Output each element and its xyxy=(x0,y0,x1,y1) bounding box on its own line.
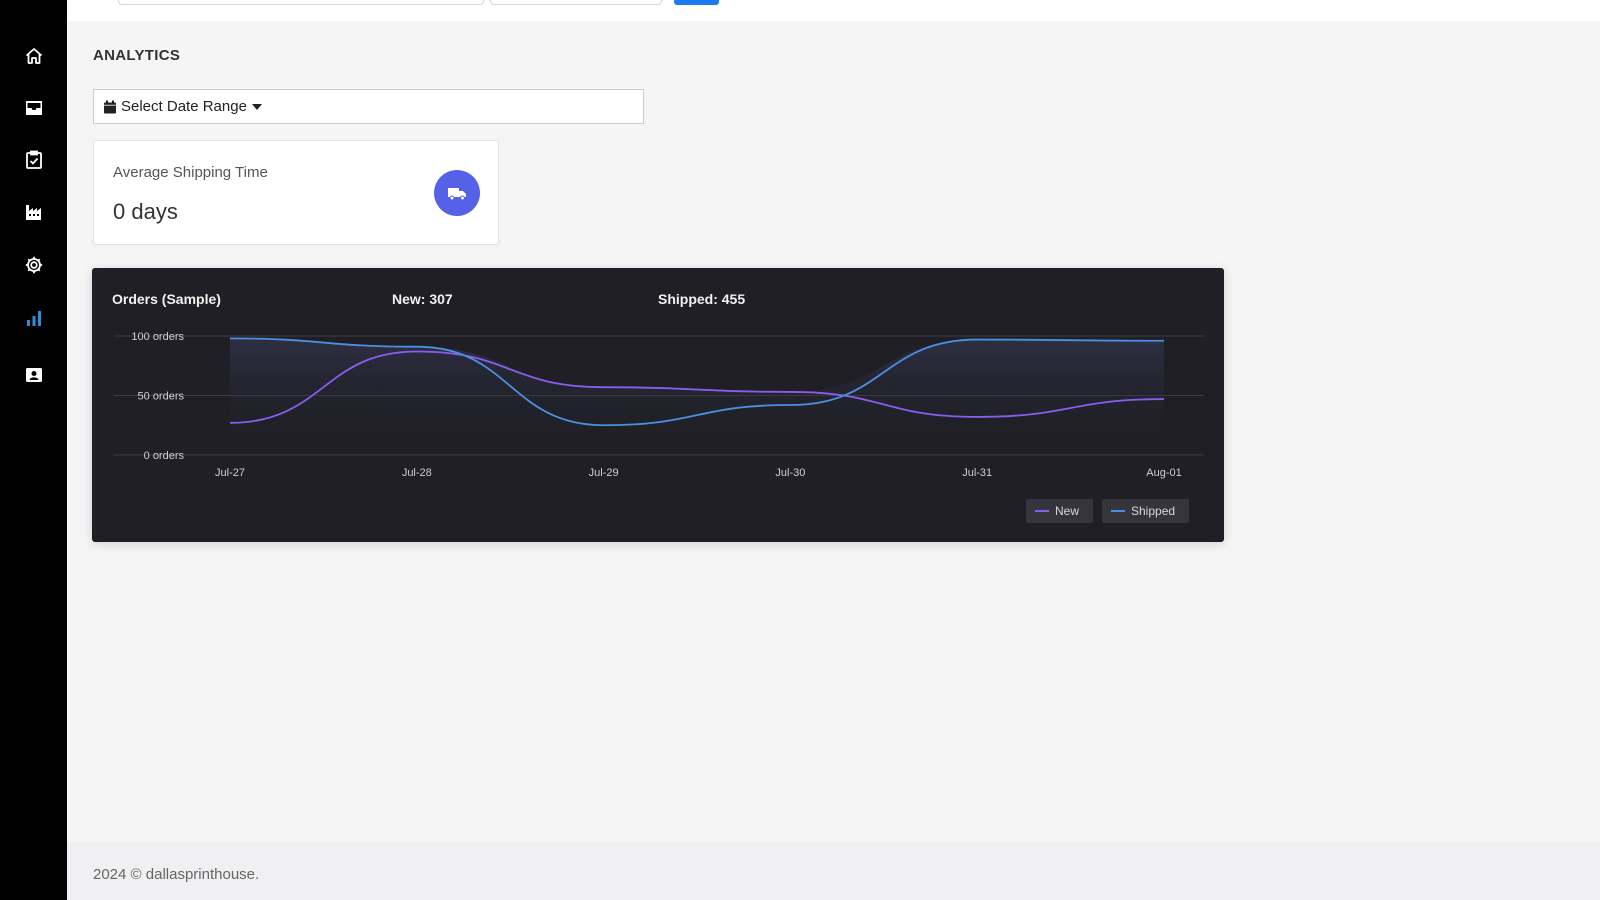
data-point-shipped xyxy=(603,424,605,426)
data-point-new xyxy=(229,422,231,424)
data-point-shipped xyxy=(1163,340,1165,342)
date-range-label: Select Date Range xyxy=(121,98,247,115)
id-card-icon xyxy=(25,368,42,382)
caret-down-icon xyxy=(251,103,262,110)
sidebar-item-tasks[interactable] xyxy=(0,140,67,180)
legend-swatch-shipped xyxy=(1111,510,1125,512)
x-tick-label: Jul-29 xyxy=(589,467,619,479)
gear-icon xyxy=(25,256,42,274)
truck-icon xyxy=(448,188,466,201)
top-filter-select[interactable] xyxy=(490,0,662,5)
top-bar xyxy=(67,0,1600,21)
legend-label-shipped: Shipped xyxy=(1131,504,1176,518)
sidebar-item-settings[interactable] xyxy=(0,245,67,285)
x-tick-label: Jul-31 xyxy=(962,467,992,479)
x-tick-label: Jul-28 xyxy=(402,467,432,479)
bar-chart-icon xyxy=(26,311,41,326)
sidebar-item-inbox[interactable] xyxy=(0,88,67,128)
data-point-shipped xyxy=(416,346,418,348)
orders-chart-card: Orders (Sample) New: 307 Shipped: 455 0 … xyxy=(92,268,1224,542)
top-submit-button[interactable] xyxy=(674,0,719,5)
data-point-shipped xyxy=(229,337,231,339)
data-point-new xyxy=(603,386,605,388)
home-icon xyxy=(25,48,42,64)
legend-item-shipped[interactable]: Shipped xyxy=(1102,499,1190,523)
data-point-shipped xyxy=(789,404,791,406)
inbox-icon xyxy=(25,101,42,115)
sidebar-item-contacts[interactable] xyxy=(0,355,67,395)
data-point-new xyxy=(416,350,418,352)
factory-icon xyxy=(25,205,41,220)
legend-item-new[interactable]: New xyxy=(1026,499,1094,523)
sidebar xyxy=(0,0,67,900)
top-search-input[interactable] xyxy=(118,0,484,5)
data-point-new xyxy=(1163,398,1165,400)
sidebar-item-production[interactable] xyxy=(0,192,67,232)
data-point-new xyxy=(976,416,978,418)
date-range-dropdown[interactable]: Select Date Range xyxy=(93,89,644,124)
x-tick-label: Jul-27 xyxy=(215,467,245,479)
stat-label: Average Shipping Time xyxy=(113,164,268,181)
clipboard-check-icon xyxy=(25,150,42,169)
stat-icon-circle xyxy=(434,170,480,216)
sidebar-item-home[interactable] xyxy=(0,36,67,76)
x-tick-label: Jul-30 xyxy=(775,467,805,479)
y-tick-label: 50 orders xyxy=(138,391,185,403)
legend-label-new: New xyxy=(1055,504,1080,518)
calendar-icon xyxy=(104,100,116,113)
y-tick-label: 100 orders xyxy=(131,331,184,343)
y-tick-label: 0 orders xyxy=(144,450,185,462)
stat-value: 0 days xyxy=(113,199,178,224)
page-title: ANALYTICS xyxy=(93,47,181,64)
shipping-time-card: Average Shipping Time 0 days xyxy=(93,140,499,245)
legend-swatch-new xyxy=(1035,510,1049,512)
data-point-shipped xyxy=(976,339,978,341)
sidebar-item-analytics[interactable] xyxy=(0,298,67,338)
chart-area-fill xyxy=(230,338,1164,455)
footer-copyright: 2024 © dallasprinthouse. xyxy=(93,866,260,883)
x-tick-label: Aug-01 xyxy=(1146,467,1181,479)
footer: 2024 © dallasprinthouse. xyxy=(67,842,1600,900)
data-point-new xyxy=(789,391,791,393)
